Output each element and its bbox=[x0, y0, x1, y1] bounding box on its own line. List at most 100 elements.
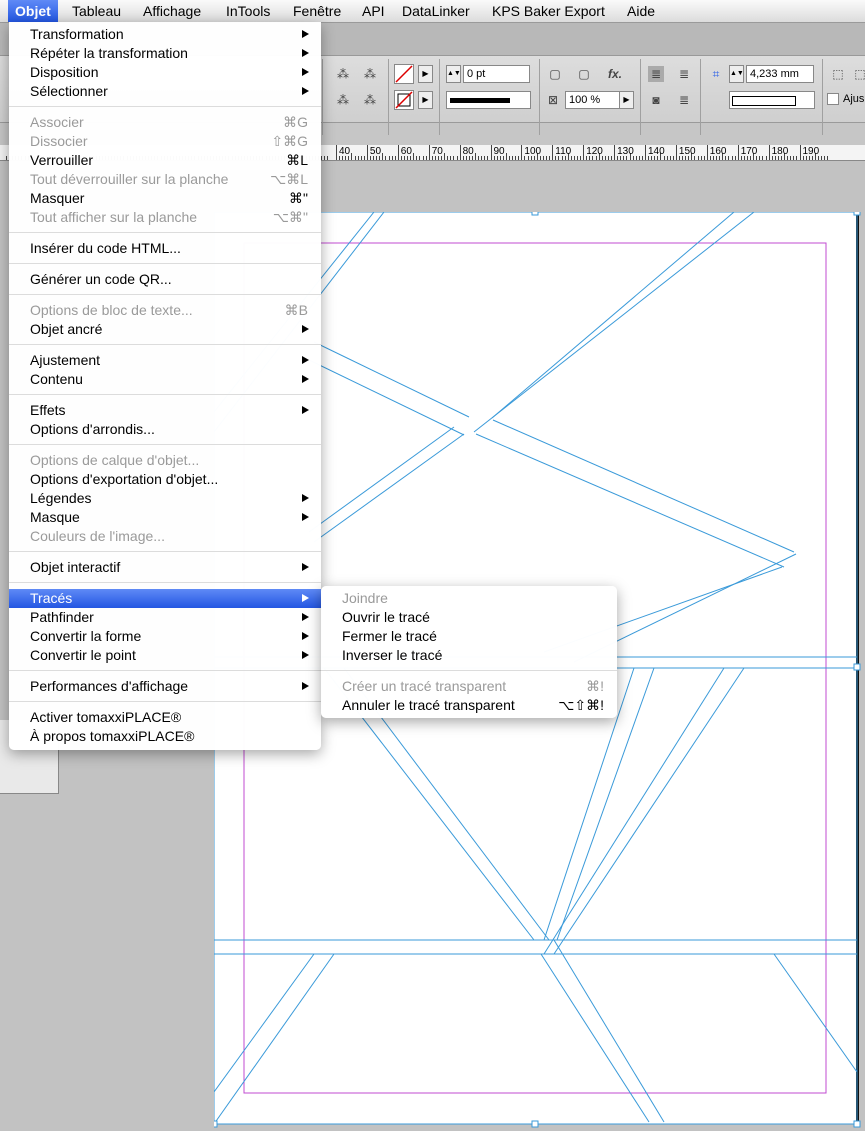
menu-item-convertir-le-point[interactable]: Convertir le point bbox=[9, 646, 321, 665]
menu-item-ouvrir-le-trace[interactable]: Ouvrir le tracé bbox=[321, 608, 617, 627]
menu-item-label: Objet ancré bbox=[30, 321, 103, 337]
menubar-item-affichage[interactable]: Affichage bbox=[143, 0, 201, 22]
stroke-style-select[interactable] bbox=[729, 91, 815, 109]
text-wrap-shape-icon[interactable]: ◙ bbox=[648, 92, 664, 108]
ruler-major-tick bbox=[614, 145, 616, 160]
text-wrap-jump-icon[interactable]: ≣ bbox=[676, 92, 692, 108]
ruler-minor-tick bbox=[607, 156, 609, 160]
menu-separator bbox=[9, 294, 321, 295]
menu-item-label: Masque bbox=[30, 509, 80, 525]
stroke-swatch-none[interactable] bbox=[394, 90, 414, 110]
distribute-horizontal-icon[interactable]: ⁂ bbox=[362, 66, 378, 82]
menu-item-options-d-arrondis[interactable]: Options d'arrondis... bbox=[9, 420, 321, 439]
menu-item-fermer-le-trace[interactable]: Fermer le tracé bbox=[321, 627, 617, 646]
ruler-minor-tick bbox=[731, 156, 733, 160]
menu-item-ajustement[interactable]: Ajustement bbox=[9, 351, 321, 370]
menu-item-objet-interactif[interactable]: Objet interactif bbox=[9, 558, 321, 577]
menu-item-options-de-calque-d-objet: Options de calque d'objet... bbox=[9, 451, 321, 470]
ruler-label: 180 bbox=[771, 146, 789, 157]
objet-menu[interactable]: Transformation Répéter la transformation D… bbox=[9, 22, 321, 750]
divider bbox=[388, 59, 389, 135]
menu-item-selectionner[interactable]: Sélectionner bbox=[9, 82, 321, 101]
menu-item-options-d-exportation-d-objet[interactable]: Options d'exportation d'objet... bbox=[9, 470, 321, 489]
ruler-minor-tick bbox=[796, 156, 798, 160]
shadow-icon[interactable]: ▢ bbox=[576, 66, 592, 82]
menu-item-a-propos-tomaxxiplace[interactable]: À propos tomaxxiPLACE® bbox=[9, 727, 321, 746]
ruler-minor-tick bbox=[394, 156, 396, 160]
menu-item-activer-tomaxxiplace[interactable]: Activer tomaxxiPLACE® bbox=[9, 708, 321, 727]
menu-item-objet-ancre[interactable]: Objet ancré bbox=[9, 320, 321, 339]
submenu-arrow-icon bbox=[302, 49, 309, 57]
menu-item-repeter-la-transformation[interactable]: Répéter la transformation bbox=[9, 44, 321, 63]
fill-menu-arrow[interactable]: ▶ bbox=[418, 65, 433, 83]
menu-item-annuler-le-trace-transparent[interactable]: Annuler le tracé transparent ⌥⇧⌘! bbox=[321, 696, 617, 715]
effects-fx-icon[interactable]: fx. bbox=[604, 66, 626, 82]
menubar-item-datalinker[interactable]: DataLinker bbox=[402, 0, 470, 22]
menu-separator bbox=[9, 701, 321, 702]
ruler-major-tick bbox=[737, 145, 739, 160]
menu-item-effets[interactable]: Effets bbox=[9, 401, 321, 420]
menu-item-transformation[interactable]: Transformation bbox=[9, 25, 321, 44]
opacity-arrow[interactable]: ▶ bbox=[619, 91, 634, 109]
menu-item-legendes[interactable]: Légendes bbox=[9, 489, 321, 508]
ruler-minor-tick bbox=[419, 156, 421, 160]
menubar-item-fenetre[interactable]: Fenêtre bbox=[293, 0, 341, 22]
menubar-item-objet[interactable]: Objet bbox=[8, 0, 58, 22]
traces-submenu[interactable]: Joindre Ouvrir le tracé Fermer le tracé Inv… bbox=[321, 586, 617, 718]
menu-item-contenu[interactable]: Contenu bbox=[9, 370, 321, 389]
stroke-menu-arrow[interactable]: ▶ bbox=[418, 91, 433, 109]
menubar-item-intools[interactable]: InTools bbox=[226, 0, 270, 22]
menu-item-inserer-du-code-html[interactable]: Insérer du code HTML... bbox=[9, 239, 321, 258]
text-wrap-bbox-icon[interactable]: ≣ bbox=[676, 66, 692, 82]
menu-separator bbox=[9, 232, 321, 233]
menubar-item-api[interactable]: API bbox=[362, 0, 385, 22]
menu-item-label: Dissocier bbox=[30, 133, 88, 149]
menu-item-inverser-le-trace[interactable]: Inverser le tracé bbox=[321, 646, 617, 665]
menu-item-verrouiller[interactable]: Verrouiller ⌘L bbox=[9, 151, 321, 170]
ruler-label: 80 bbox=[462, 146, 474, 157]
auto-fit-checkbox[interactable] bbox=[827, 93, 839, 105]
ruler-minor-tick bbox=[382, 153, 384, 160]
menu-item-masquer[interactable]: Masquer ⌘" bbox=[9, 189, 321, 208]
ruler-minor-tick bbox=[425, 156, 427, 160]
frame-fit-icon[interactable]: ⬚ bbox=[830, 66, 846, 82]
ruler-minor-tick bbox=[512, 156, 514, 160]
opacity-field[interactable]: 100 % bbox=[565, 91, 621, 109]
menu-item-convertir-la-forme[interactable]: Convertir la forme bbox=[9, 627, 321, 646]
align-icon[interactable]: ⁂ bbox=[362, 92, 378, 108]
menu-item-traces[interactable]: Tracés bbox=[9, 589, 321, 608]
menu-item-masque[interactable]: Masque bbox=[9, 508, 321, 527]
ruler-minor-tick bbox=[363, 156, 365, 160]
menu-item-disposition[interactable]: Disposition bbox=[9, 63, 321, 82]
ruler-minor-tick bbox=[611, 156, 612, 160]
stroke-weight-stepper[interactable]: ▲▼ bbox=[446, 65, 461, 83]
frame-fit-content-icon[interactable]: ⬚ bbox=[852, 66, 865, 82]
distribute-vertical-icon[interactable]: ⁂ bbox=[335, 92, 351, 108]
ruler-minor-tick bbox=[444, 153, 446, 160]
stroke-type-select[interactable] bbox=[446, 91, 531, 109]
menu-item-generer-un-code-qr[interactable]: Générer un code QR... bbox=[9, 270, 321, 289]
gutter-field[interactable]: 4,233 mm bbox=[746, 65, 814, 83]
menu-item-performances-d-affichage[interactable]: Performances d'affichage bbox=[9, 677, 321, 696]
drop-shadow-icon[interactable]: ▢ bbox=[547, 66, 563, 82]
ruler-label: 120 bbox=[586, 146, 603, 157]
menubar-item-tableau[interactable]: Tableau bbox=[72, 0, 121, 22]
distribute-icon[interactable]: ⁂ bbox=[335, 66, 351, 82]
menu-item-pathfinder[interactable]: Pathfinder bbox=[9, 608, 321, 627]
divider bbox=[640, 59, 641, 135]
ruler-minor-tick bbox=[827, 156, 829, 160]
stroke-weight-field[interactable]: 0 pt bbox=[463, 65, 530, 83]
divider bbox=[700, 59, 701, 135]
submenu-arrow-icon bbox=[302, 513, 309, 521]
ruler-minor-tick bbox=[697, 156, 699, 160]
menu-item-label: Créer un tracé transparent bbox=[342, 678, 507, 694]
fill-swatch-none[interactable] bbox=[394, 64, 414, 84]
gutter-stepper[interactable]: ▲▼ bbox=[729, 65, 744, 83]
menubar-item-aide[interactable]: Aide bbox=[627, 0, 655, 22]
menu-item-label: Joindre bbox=[342, 590, 388, 606]
menubar-item-kps-baker-export[interactable]: KPS Baker Export bbox=[492, 0, 605, 22]
menu-item-label: Performances d'affichage bbox=[30, 678, 189, 694]
ruler-minor-tick bbox=[762, 156, 764, 160]
ruler-minor-tick bbox=[413, 153, 415, 160]
text-wrap-icon[interactable]: ≣ bbox=[648, 66, 664, 82]
